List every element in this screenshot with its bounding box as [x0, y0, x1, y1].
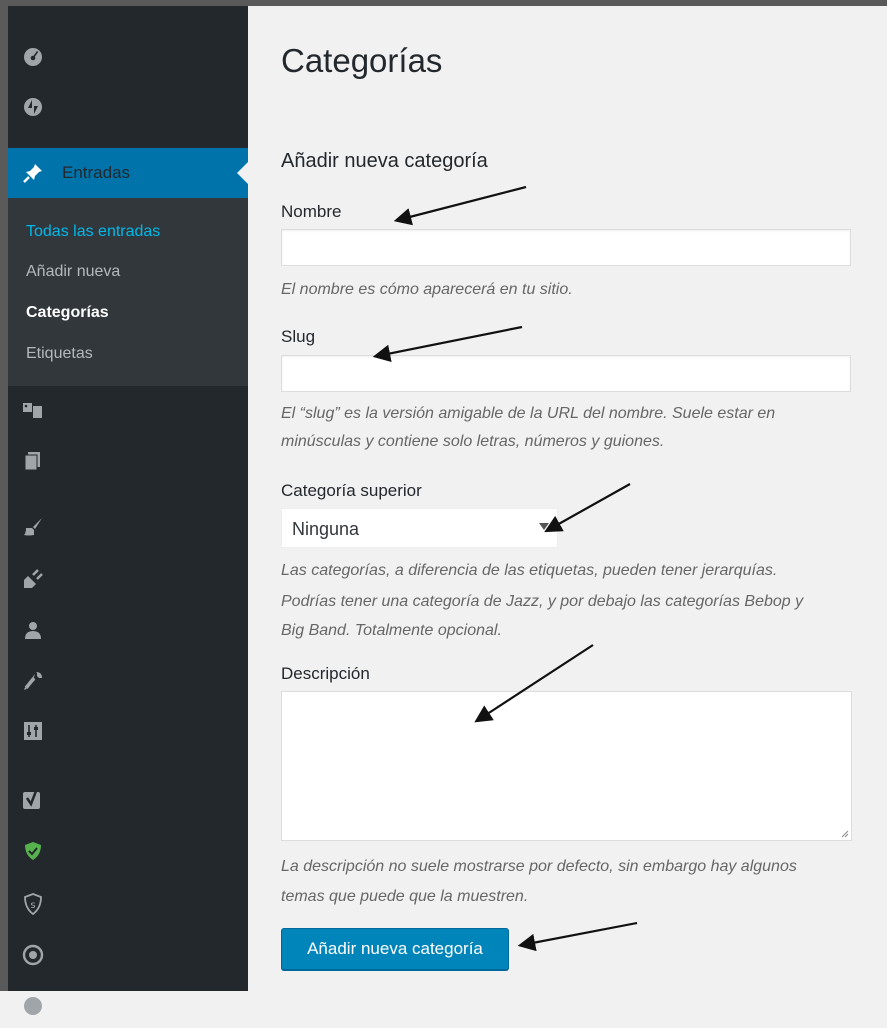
menu-icon — [22, 995, 44, 1017]
jetpack-icon — [22, 96, 44, 118]
slug-help-text-2: minúsculas y contiene solo letras, númer… — [281, 433, 665, 450]
plug-icon — [22, 568, 44, 590]
settings-icon — [22, 720, 44, 742]
name-label: Nombre — [281, 202, 342, 221]
sidebar-item-herramientas[interactable]: Herramientas — [8, 659, 248, 703]
name-input[interactable] — [281, 229, 851, 266]
yoast-icon — [22, 789, 44, 811]
sidebar-item-label: Plugins — [62, 569, 118, 588]
sidebar-item-label: Escritorio — [62, 46, 133, 65]
sidebar-item-label: Páginas — [62, 451, 124, 470]
sidebar-item-ajustes[interactable]: Ajustes — [8, 709, 248, 753]
parent-category-label: Categoría superior — [281, 481, 422, 500]
description-textarea[interactable] — [281, 691, 852, 841]
parent-help-text-1: Las categorías, a diferencia de las etiq… — [281, 562, 778, 579]
pin-icon — [22, 162, 44, 184]
sidebar-item-paginas[interactable]: Páginas — [8, 439, 248, 483]
name-help-text: El nombre es cómo aparecerá en tu sitio. — [281, 281, 573, 298]
shield-icon — [22, 840, 44, 862]
slug-label: Slug — [281, 327, 316, 346]
submenu-item-etiquetas[interactable]: Etiquetas — [26, 345, 93, 363]
submenu-item-categorias[interactable]: Categorías — [26, 304, 109, 322]
dashboard-icon — [22, 45, 44, 67]
admin-sidebar: Escritorio Jetpack Entradas Todas las en… — [8, 6, 248, 1015]
sidebar-item-seguridad-wp[interactable]: Seguridad WP — [8, 829, 248, 873]
sidebar-submenu: Todas las entradas Añadir nueva Categorí… — [8, 198, 248, 386]
form-title: Añadir nueva categoría — [281, 150, 488, 172]
svg-text:s: s — [30, 900, 35, 911]
description-help-text-1: La descripción no suele mostrarse por de… — [281, 858, 797, 875]
sidebar-item-label: Usuarios — [62, 620, 130, 639]
slug-input[interactable] — [281, 355, 851, 392]
sidebar-item-label: Apariencia — [62, 517, 143, 536]
sidebar-item-usuarios[interactable]: Usuarios — [8, 608, 248, 652]
user-icon — [22, 619, 44, 641]
window-frame-top — [0, 0, 887, 6]
description-help-text-2: temas que puede que la muestren. — [281, 888, 529, 905]
sidebar-item-label: Medios — [62, 400, 117, 419]
submenu-item-anadir[interactable]: Añadir nueva — [26, 263, 120, 281]
parent-help-text-3: Big Band. Totalmente opcional. — [281, 622, 502, 639]
sidebar-item-label: Herramientas — [62, 671, 165, 690]
sidebar-item-label: Ajustes — [62, 721, 118, 740]
description-label: Descripción — [281, 664, 370, 683]
media-icon — [22, 399, 44, 421]
sidebar-item-jetpack[interactable]: Jetpack — [8, 85, 248, 129]
pages-icon — [22, 450, 44, 472]
window-frame-left — [0, 0, 8, 991]
sidebar-item-seo[interactable]: SEO — [8, 778, 248, 822]
chevron-down-icon — [539, 523, 549, 530]
sidebar-item-wp-optimize[interactable]: WP-Optimize — [8, 933, 248, 977]
sidebar-item-entradas[interactable]: Entradas — [8, 148, 248, 198]
add-category-button[interactable]: Añadir nueva categoría — [281, 928, 509, 970]
sidebar-item-label: Sucuri Security — [62, 894, 177, 913]
parent-category-value: Ninguna — [292, 519, 360, 539]
arrow-annotation — [544, 483, 631, 533]
parent-help-text-2: Podrías tener una categoría de Jazz, y p… — [281, 593, 804, 610]
brush-icon — [22, 516, 44, 538]
parent-category-select[interactable]: Ninguna — [281, 508, 558, 548]
sidebar-item-plugins[interactable]: Plugins — [8, 557, 248, 601]
wrench-icon — [22, 670, 44, 692]
arrow-annotation — [372, 325, 523, 363]
arrow-annotation — [393, 185, 527, 226]
submenu-item-todas[interactable]: Todas las entradas — [26, 223, 160, 241]
wp-optimize-icon — [22, 944, 44, 966]
sucuri-icon: s — [22, 893, 44, 915]
sidebar-item-label: Jetpack — [62, 97, 121, 116]
sidebar-item-label: WP-Optimize — [62, 945, 163, 964]
sidebar-item-apariencia[interactable]: Apariencia — [8, 505, 248, 549]
active-indicator — [237, 162, 248, 184]
sidebar-item-sucuri[interactable]: s Sucuri Security — [8, 882, 248, 926]
arrow-annotation — [517, 921, 638, 952]
sidebar-item-label: SEO — [62, 790, 98, 809]
sidebar-item-label: Entradas — [62, 163, 131, 182]
sidebar-item-escritorio[interactable]: Escritorio — [8, 34, 248, 78]
page-title: Categorías — [281, 42, 443, 79]
sidebar-item-label: Seguridad WP — [62, 841, 172, 860]
resize-handle-icon[interactable] — [839, 828, 849, 838]
sidebar-item-medios[interactable]: Medios — [8, 388, 248, 432]
